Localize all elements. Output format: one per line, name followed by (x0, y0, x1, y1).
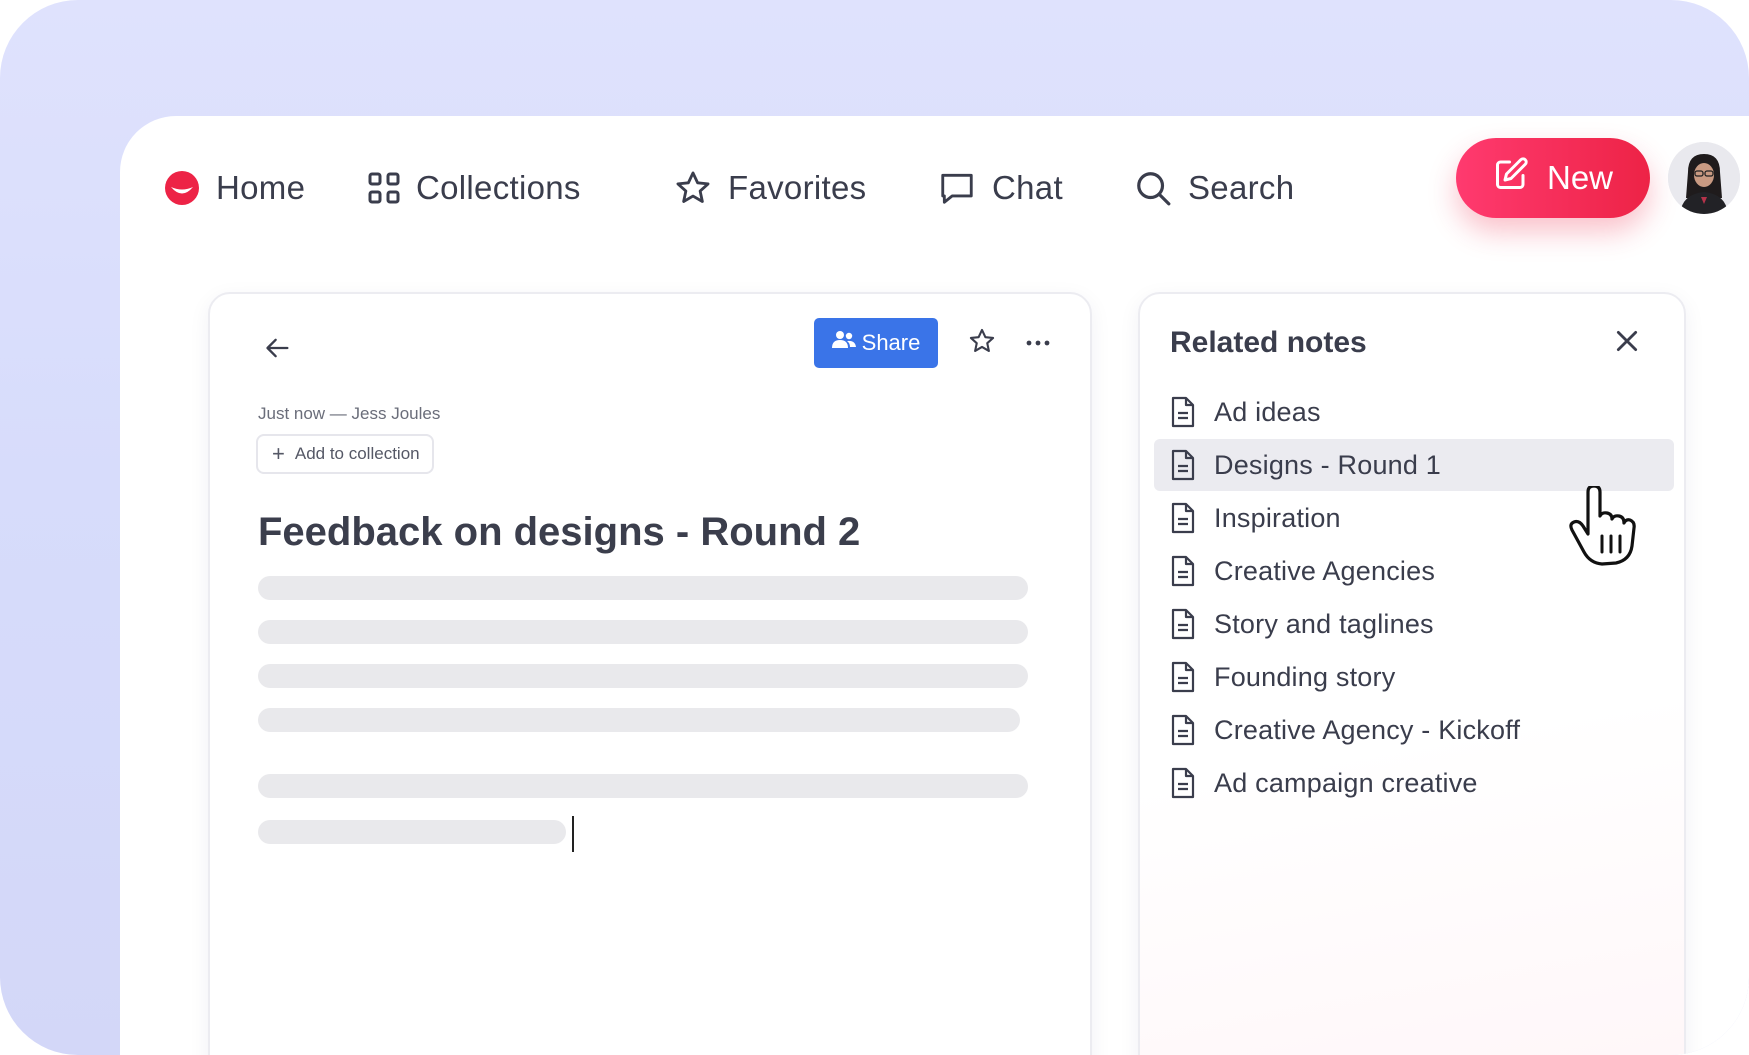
document-icon (1170, 555, 1196, 587)
nav-collections[interactable]: Collections (368, 156, 581, 220)
related-note-item[interactable]: Founding story (1154, 651, 1674, 703)
search-icon (1134, 169, 1172, 207)
nav-home-label: Home (216, 169, 306, 206)
related-notes-title: Related notes (1170, 326, 1367, 359)
related-note-item[interactable]: Designs - Round 1 (1154, 439, 1674, 491)
close-button[interactable] (1610, 326, 1644, 360)
text-placeholder-line (258, 820, 566, 844)
more-button[interactable] (1022, 327, 1054, 359)
new-button-label: New (1546, 159, 1614, 196)
related-note-item[interactable]: Creative Agency - Kickoff (1154, 704, 1674, 756)
grid-icon (368, 172, 400, 204)
note-meta: Just now — Jess Joules (258, 404, 441, 423)
plus-icon: + (272, 441, 285, 466)
background-frame: Home Collections Favorites Chat Search N… (0, 0, 1749, 1055)
add-to-collection-label: Add to collection (294, 444, 420, 463)
related-note-label: Ad campaign creative (1214, 767, 1478, 798)
arrow-left-icon (264, 334, 292, 367)
related-note-item[interactable]: Ad ideas (1154, 386, 1674, 438)
document-icon (1170, 502, 1196, 534)
related-note-label: Designs - Round 1 (1214, 449, 1442, 480)
edit-icon (1493, 156, 1529, 200)
star-icon (674, 169, 712, 207)
text-placeholder-line (258, 576, 1028, 600)
related-note-label: Creative Agency - Kickoff (1214, 714, 1521, 745)
document-title[interactable]: Feedback on designs - Round 2 (258, 510, 860, 555)
add-to-collection-button[interactable]: + Add to collection (256, 434, 434, 474)
hand-pointer-icon (1568, 484, 1638, 566)
text-caret (572, 816, 574, 852)
favorite-button[interactable] (966, 327, 998, 359)
more-horizontal-icon (1026, 334, 1050, 352)
star-icon (968, 327, 996, 360)
document-icon (1170, 767, 1196, 799)
close-icon (1614, 328, 1640, 359)
app-window: Home Collections Favorites Chat Search N… (120, 116, 1749, 1055)
related-note-item[interactable]: Story and taglines (1154, 598, 1674, 650)
nav-search-label: Search (1188, 169, 1295, 206)
document-icon (1170, 396, 1196, 428)
avatar[interactable] (1668, 142, 1740, 214)
editor-card: Share Just now — Jess Joules + Add to co… (208, 292, 1092, 1055)
nav-favorites[interactable]: Favorites (674, 156, 866, 220)
text-placeholder-line (258, 774, 1028, 798)
nav-search[interactable]: Search (1134, 156, 1294, 220)
document-icon (1170, 661, 1196, 693)
related-note-label: Creative Agencies (1214, 555, 1436, 586)
related-note-label: Founding story (1214, 661, 1396, 692)
related-note-item[interactable]: Ad campaign creative (1154, 757, 1674, 809)
document-icon (1170, 449, 1196, 481)
text-placeholder-line (258, 708, 1020, 732)
new-button[interactable]: New (1456, 138, 1650, 218)
related-note-label: Ad ideas (1214, 396, 1321, 427)
document-icon (1170, 714, 1196, 746)
chat-bubble-icon (938, 169, 976, 207)
home-logo-icon (164, 170, 200, 206)
users-icon (831, 330, 856, 356)
related-notes-panel: Related notes Ad ideas Designs - Round 1… (1138, 292, 1686, 1055)
related-note-label: Inspiration (1214, 502, 1341, 533)
back-button[interactable] (260, 332, 296, 368)
share-button[interactable]: Share (814, 318, 938, 368)
nav-collections-label: Collections (416, 169, 581, 206)
nav-favorites-label: Favorites (728, 169, 867, 206)
nav-chat[interactable]: Chat (938, 156, 1063, 220)
related-note-label: Story and taglines (1214, 608, 1434, 639)
share-button-label: Share (861, 330, 921, 355)
nav-chat-label: Chat (992, 169, 1063, 206)
text-placeholder-line (258, 664, 1028, 688)
text-placeholder-line (258, 620, 1028, 644)
document-icon (1170, 608, 1196, 640)
nav-home[interactable]: Home (164, 156, 305, 220)
